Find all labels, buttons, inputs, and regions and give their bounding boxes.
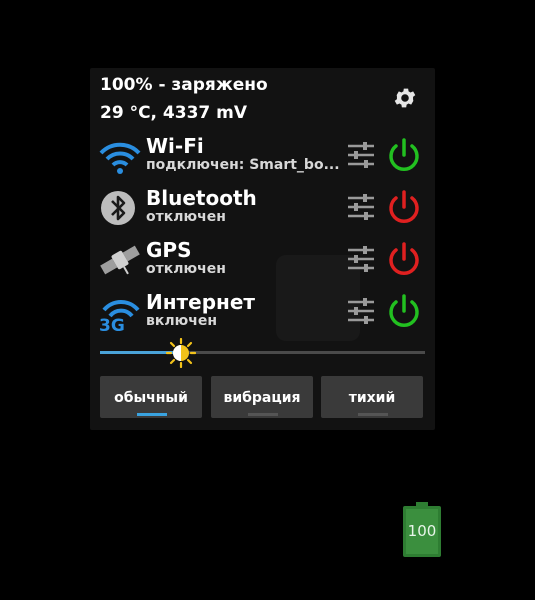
wifi-icon <box>99 142 141 174</box>
toggle-row-wifi: Wi-Fi подключен: Smart_bo... <box>98 134 428 178</box>
bluetooth-icon <box>101 191 135 225</box>
gps-settings-sliders-icon[interactable] <box>346 244 376 274</box>
wifi-settings-sliders-icon[interactable] <box>346 140 376 170</box>
gps-state: отключен <box>146 261 226 277</box>
wifi-power-toggle[interactable] <box>386 136 422 174</box>
bluetooth-label: Bluetooth <box>146 186 257 210</box>
bluetooth-state: отключен <box>146 209 226 225</box>
sound-mode-normal-button[interactable]: обычный <box>100 376 202 418</box>
internet-label: Интернет <box>146 290 256 314</box>
mobile-data-3g-icon: 3G <box>99 299 140 332</box>
toggle-row-gps: GPS отключен <box>98 238 428 282</box>
brightness-sun-icon[interactable] <box>166 338 197 368</box>
sound-mode-vibrate-label: вибрация <box>223 390 301 406</box>
sound-mode-silent-label: тихий <box>348 390 396 406</box>
internet-state: включен <box>146 313 218 329</box>
active-mode-indicator <box>137 413 167 416</box>
sound-mode-silent-button[interactable]: тихий <box>321 376 423 418</box>
mobile-data-3g-label: 3G <box>99 316 125 332</box>
bluetooth-settings-sliders-icon[interactable] <box>346 192 376 222</box>
toggle-row-bluetooth: Bluetooth отключен <box>98 186 428 230</box>
battery-icon[interactable]: 100 <box>402 502 442 558</box>
toggle-row-internet: 3G Интернет включен <box>98 290 428 334</box>
satellite-icon <box>100 245 140 275</box>
wifi-state: подключен: Smart_bo... <box>146 157 340 173</box>
battery-level-text: 100 <box>408 522 437 540</box>
battery-temp-voltage-text: 29 °C, 4337 mV <box>100 103 248 123</box>
wifi-label: Wi-Fi <box>146 134 204 158</box>
mode-indicator <box>358 413 388 416</box>
power-widget: 100% - заряжено 29 °C, 4337 mV Wi-Fi под… <box>90 68 435 430</box>
internet-power-toggle[interactable] <box>386 292 422 330</box>
gear-icon[interactable] <box>392 85 418 111</box>
gps-power-toggle[interactable] <box>386 240 422 278</box>
mode-indicator <box>248 413 278 416</box>
internet-settings-sliders-icon[interactable] <box>346 296 376 326</box>
battery-status-text: 100% - заряжено <box>100 75 268 95</box>
bluetooth-power-toggle[interactable] <box>386 188 422 226</box>
sound-mode-vibrate-button[interactable]: вибрация <box>211 376 313 418</box>
gps-label: GPS <box>146 238 192 262</box>
sound-mode-normal-label: обычный <box>114 390 188 406</box>
